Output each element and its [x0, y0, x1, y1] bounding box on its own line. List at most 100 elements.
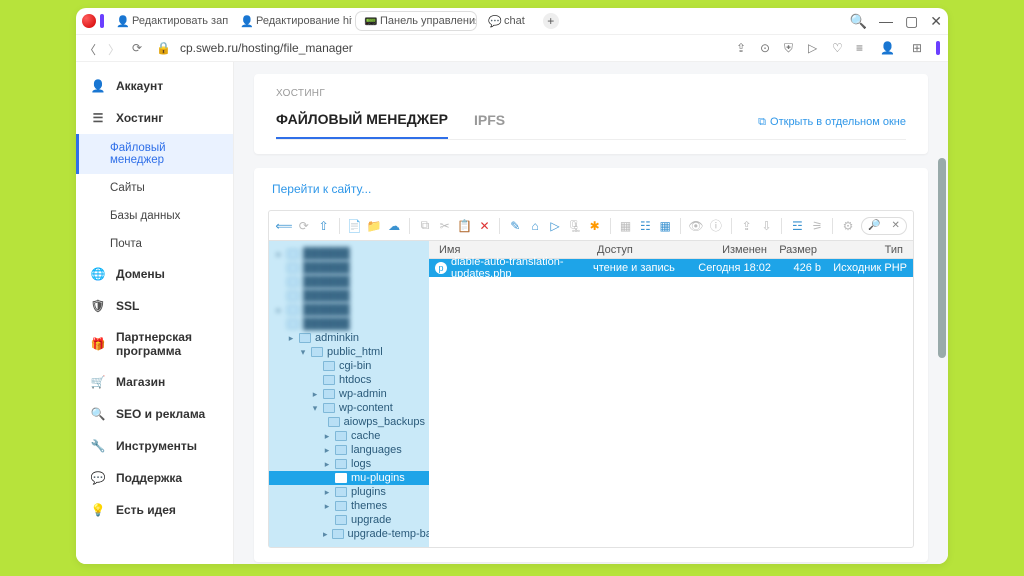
rename-icon[interactable]: ⌂ — [526, 217, 544, 235]
sidebar-item-account[interactable]: 👤Аккаунт — [76, 70, 233, 102]
sidebar-sub-sites[interactable]: Сайты — [76, 174, 233, 202]
new-folder-icon[interactable]: 📁 — [365, 217, 383, 235]
tree-node[interactable]: ██████ — [269, 289, 429, 303]
tree-node[interactable]: ██████ — [269, 261, 429, 275]
tree-node[interactable]: upgrade — [269, 513, 429, 527]
profile-icon[interactable]: 👤 — [880, 41, 894, 55]
share-icon[interactable]: ⇪ — [736, 41, 750, 55]
tab-2-active[interactable]: 📟Панель управления VH — [356, 12, 476, 30]
tree-node[interactable]: ██████ — [269, 275, 429, 289]
file-row[interactable]: p diable-auto-translation-updates.php чт… — [429, 259, 913, 277]
folder-tree[interactable]: ▸████████████████████████▸████████████▸a… — [269, 241, 429, 547]
search-icon[interactable]: 🔍 — [850, 13, 867, 30]
sidebar-item-support[interactable]: 💬Поддержка — [76, 462, 233, 494]
scrollbar[interactable] — [938, 158, 946, 358]
new-tab-button[interactable]: + — [543, 13, 559, 29]
lock-icon[interactable]: 🔒 — [156, 41, 170, 55]
accent-bar — [936, 41, 940, 55]
tree-node[interactable]: ▸upgrade-temp-backup — [269, 527, 429, 541]
tree-node[interactable]: ▾public_html — [269, 345, 429, 359]
col-name[interactable]: Имя — [435, 244, 593, 256]
sidebar-item-tools[interactable]: 🔧Инструменты — [76, 430, 233, 462]
paste-icon[interactable]: 📋 — [456, 217, 474, 235]
play-icon[interactable]: ▷ — [808, 41, 822, 55]
sidebar-sub-mail[interactable]: Почта — [76, 230, 233, 258]
tree-node[interactable]: aiowps_backups — [269, 415, 429, 429]
filter-icon[interactable]: ⚞ — [808, 217, 826, 235]
goto-site-link[interactable]: Перейти к сайту... — [272, 182, 914, 196]
tree-node[interactable]: mu-plugins — [269, 471, 429, 485]
maximize-icon[interactable]: ▢ — [905, 13, 918, 30]
reload-icon[interactable]: ⟳ — [132, 41, 146, 55]
view-grid-icon[interactable]: ▦ — [656, 217, 674, 235]
close-icon[interactable]: ✕ — [930, 13, 942, 30]
upload-icon[interactable]: ⇪ — [738, 217, 756, 235]
open-new-window-link[interactable]: ⧉Открыть в отдельном окне — [758, 116, 906, 129]
new-file-icon[interactable]: 📄 — [346, 217, 364, 235]
sidebar-sub-db[interactable]: Базы данных — [76, 202, 233, 230]
address-text[interactable]: cp.sweb.ru/hosting/file_manager — [180, 41, 353, 55]
sidebar-item-ssl[interactable]: 🛡SSL — [76, 290, 233, 322]
tree-node[interactable]: ▸plugins — [269, 485, 429, 499]
tab-1[interactable]: 👤Редактирование hivepre — [232, 12, 352, 30]
star-icon[interactable]: ✱ — [586, 217, 604, 235]
back-icon[interactable]: 〈 — [84, 41, 98, 55]
reload-icon[interactable]: ⟳ — [295, 217, 313, 235]
tree-node[interactable]: htdocs — [269, 373, 429, 387]
back-icon[interactable]: ⟸ — [275, 217, 293, 235]
download-icon[interactable]: ⇩ — [758, 217, 776, 235]
col-modified[interactable]: Изменен — [685, 244, 771, 256]
sidebar-item-domains[interactable]: 🌐Домены — [76, 258, 233, 290]
search-input[interactable]: 🔎 ✕ — [861, 217, 907, 235]
sidebar-item-partner[interactable]: 🎁Партнерская программа — [76, 322, 233, 366]
minimize-icon[interactable]: — — [879, 13, 893, 30]
tree-node[interactable]: ▸themes — [269, 499, 429, 513]
tree-node[interactable]: ▾wp-content — [269, 401, 429, 415]
sidebar-item-idea[interactable]: 💡Есть идея — [76, 494, 233, 526]
info-icon[interactable]: ⓘ — [707, 217, 725, 235]
extension-icon[interactable]: ⊞ — [912, 41, 926, 55]
archive-icon[interactable]: 🗜 — [566, 217, 584, 235]
shield-icon[interactable]: ⛨ — [784, 41, 798, 55]
tab-0[interactable]: 👤Редактировать запись "С — [108, 12, 228, 30]
chat-icon: 💬 — [488, 15, 500, 27]
select-all-icon[interactable]: ▦ — [617, 217, 635, 235]
col-size[interactable]: Размер — [771, 244, 821, 256]
sidebar-sub-file-manager[interactable]: Файловый менеджер — [76, 134, 233, 174]
person-icon: 👤 — [116, 15, 128, 27]
col-access[interactable]: Доступ — [593, 244, 685, 256]
col-type[interactable]: Тип — [821, 244, 907, 256]
header-card: ХОСТИНГ ФАЙЛОВЫЙ МЕНЕДЖЕР IPFS ⧉Открыть … — [254, 74, 928, 154]
tree-node[interactable]: ▸██████ — [269, 303, 429, 317]
settings-icon[interactable]: ⚙ — [839, 217, 857, 235]
tab-file-manager[interactable]: ФАЙЛОВЫЙ МЕНЕДЖЕР — [276, 105, 448, 139]
tree-node[interactable]: ▸wp-admin — [269, 387, 429, 401]
sidebar-item-hosting[interactable]: ☰Хостинг — [76, 102, 233, 134]
cut-icon[interactable]: ✂ — [436, 217, 454, 235]
up-icon[interactable]: ⇧ — [315, 217, 333, 235]
forward-icon[interactable]: 〉 — [108, 41, 122, 55]
sidebar-item-seo[interactable]: 🔍SEO и реклама — [76, 398, 233, 430]
sidebar-item-shop[interactable]: 🛒Магазин — [76, 366, 233, 398]
tree-node[interactable]: ▸cache — [269, 429, 429, 443]
tree-node[interactable]: ▸██████ — [269, 247, 429, 261]
tree-node[interactable]: ▸logs — [269, 457, 429, 471]
edit-icon[interactable]: ✎ — [506, 217, 524, 235]
tree-node[interactable]: ██████ — [269, 317, 429, 331]
opera-icon[interactable] — [82, 14, 96, 28]
menu-icon[interactable]: ≡ — [856, 41, 870, 55]
preview-icon[interactable]: ▷ — [546, 217, 564, 235]
sort-icon[interactable]: ☲ — [788, 217, 806, 235]
view-list-icon[interactable]: ☷ — [636, 217, 654, 235]
tree-node[interactable]: cgi-bin — [269, 359, 429, 373]
camera-icon[interactable]: ⊙ — [760, 41, 774, 55]
delete-icon[interactable]: ✕ — [476, 217, 494, 235]
cloud-download-icon[interactable]: ☁ — [385, 217, 403, 235]
copy-icon[interactable]: ⧉ — [416, 217, 434, 235]
tree-node[interactable]: ▸languages — [269, 443, 429, 457]
tab-3[interactable]: 💬chat — [480, 12, 533, 30]
tab-ipfs[interactable]: IPFS — [474, 106, 505, 138]
tree-node[interactable]: ▸adminkin — [269, 331, 429, 345]
visibility-icon[interactable]: 👁 — [687, 217, 705, 235]
heart-icon[interactable]: ♡ — [832, 41, 846, 55]
